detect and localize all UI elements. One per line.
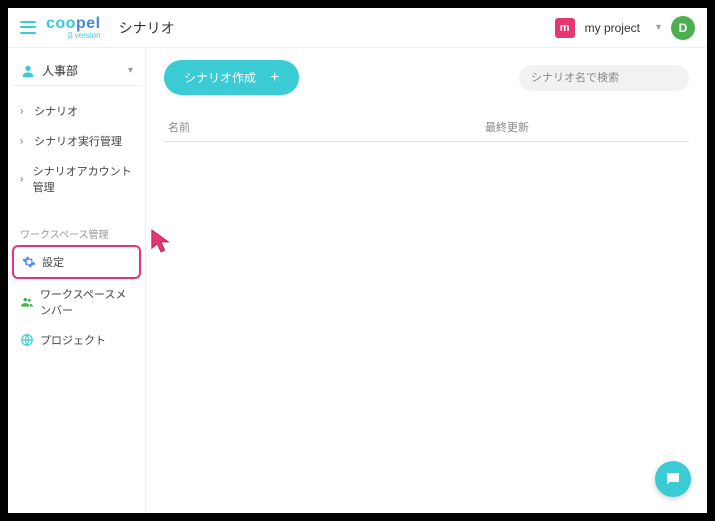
person-icon	[20, 63, 36, 79]
logo[interactable]: coopel β version	[46, 16, 101, 40]
project-name[interactable]: my project	[585, 21, 640, 35]
create-scenario-button[interactable]: シナリオ作成 +	[164, 60, 299, 95]
main-content: シナリオ作成 + 名前 最終更新	[146, 48, 707, 513]
search-field[interactable]	[519, 65, 689, 91]
column-name: 名前	[168, 119, 485, 135]
sidebar-item-members[interactable]: ワークスペースメンバー	[12, 279, 141, 325]
topbar-right: m my project ▾ D	[555, 16, 695, 40]
main-toolbar: シナリオ作成 +	[164, 60, 689, 95]
sidebar-item-label: プロジェクト	[40, 332, 106, 348]
column-updated: 最終更新	[485, 119, 685, 135]
sidebar-item-label: ワークスペースメンバー	[40, 286, 133, 318]
sidebar-item-scenario-run[interactable]: › シナリオ実行管理	[12, 126, 141, 156]
sidebar-item-settings[interactable]: 設定	[12, 245, 141, 279]
sidebar-item-project[interactable]: プロジェクト	[12, 325, 141, 355]
sidebar-item-scenario[interactable]: › シナリオ	[12, 96, 141, 126]
chevron-down-icon[interactable]: ▾	[656, 22, 661, 33]
button-label: シナリオ作成	[184, 69, 256, 86]
project-badge[interactable]: m	[555, 18, 575, 38]
sidebar-item-label: シナリオアカウント管理	[33, 163, 133, 195]
chat-icon	[664, 470, 682, 488]
body: 人事部 ▾ › シナリオ › シナリオ実行管理 › シナリオアカウント管理 ワー…	[8, 48, 707, 513]
people-icon	[20, 295, 34, 309]
search-input[interactable]	[531, 72, 673, 84]
section-label: ワークスペース管理	[12, 220, 141, 245]
workspace-name: 人事部	[42, 62, 122, 79]
sidebar-item-label: 設定	[42, 254, 64, 270]
chevron-right-icon: ›	[20, 106, 28, 117]
chat-fab[interactable]	[655, 461, 691, 497]
workspace-selector[interactable]: 人事部 ▾	[12, 56, 141, 86]
avatar[interactable]: D	[671, 16, 695, 40]
gear-icon	[22, 255, 36, 269]
globe-icon	[20, 333, 34, 347]
chevron-right-icon: ›	[20, 136, 28, 147]
page-title: シナリオ	[119, 18, 175, 38]
plus-icon: +	[270, 70, 279, 86]
sidebar-item-label: シナリオ	[34, 103, 78, 119]
sidebar-item-label: シナリオ実行管理	[34, 133, 122, 149]
sidebar-item-scenario-account[interactable]: › シナリオアカウント管理	[12, 156, 141, 202]
hamburger-icon[interactable]	[20, 20, 36, 36]
top-bar: coopel β version シナリオ m my project ▾ D	[8, 8, 707, 48]
app-window: coopel β version シナリオ m my project ▾ D 人…	[8, 8, 707, 513]
chevron-right-icon: ›	[20, 174, 27, 185]
table-header: 名前 最終更新	[164, 113, 689, 142]
chevron-down-icon: ▾	[128, 65, 133, 76]
sidebar: 人事部 ▾ › シナリオ › シナリオ実行管理 › シナリオアカウント管理 ワー…	[8, 48, 146, 513]
